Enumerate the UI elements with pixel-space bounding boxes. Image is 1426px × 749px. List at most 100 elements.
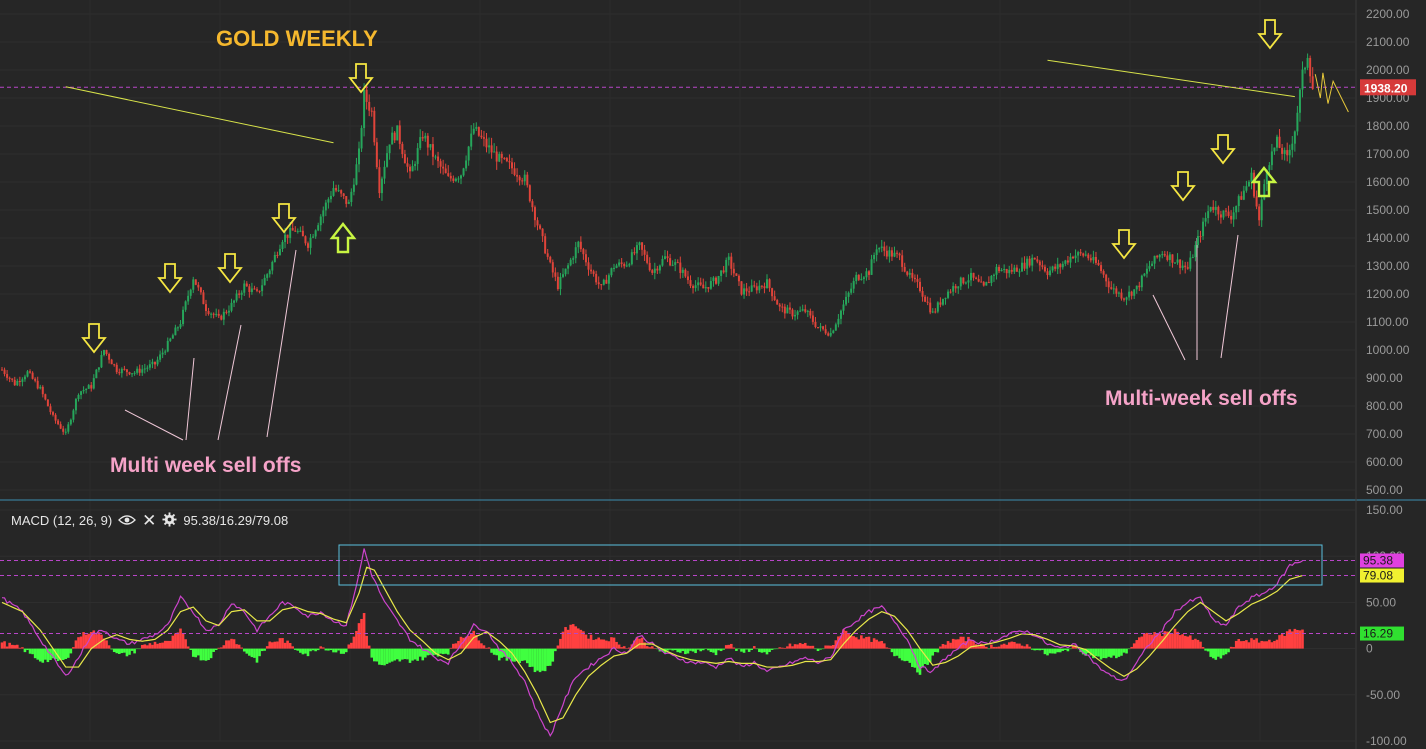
candle-body bbox=[179, 324, 182, 328]
candle-body bbox=[1049, 270, 1052, 276]
candle-body bbox=[1156, 255, 1159, 258]
candle-body bbox=[1181, 265, 1184, 268]
candle-body bbox=[1250, 172, 1253, 182]
candle-body bbox=[332, 188, 335, 196]
candle-body bbox=[278, 248, 281, 256]
histogram-bar bbox=[684, 648, 687, 655]
histogram-bar bbox=[444, 648, 447, 654]
histogram-bar bbox=[893, 648, 896, 657]
histogram-bar bbox=[1171, 633, 1174, 649]
candle-body bbox=[880, 246, 883, 248]
close-icon[interactable]: ✕ bbox=[142, 512, 156, 529]
candle-body bbox=[192, 279, 195, 290]
candle-body bbox=[1097, 262, 1100, 266]
histogram-bar bbox=[852, 636, 855, 649]
histogram-bar bbox=[189, 648, 192, 650]
histogram-bar bbox=[699, 648, 702, 652]
histogram-bar bbox=[900, 648, 904, 661]
histogram-bar bbox=[171, 635, 175, 649]
gear-icon[interactable] bbox=[162, 512, 177, 529]
candle-body bbox=[954, 286, 957, 289]
histogram-bar bbox=[322, 647, 325, 649]
candle-body bbox=[1087, 254, 1090, 259]
histogram-bar bbox=[592, 639, 595, 649]
histogram-bar bbox=[61, 648, 65, 661]
candle-body bbox=[125, 369, 128, 373]
histogram-bar bbox=[605, 640, 608, 649]
candle-body bbox=[518, 176, 521, 181]
histogram-bar bbox=[523, 648, 527, 661]
candle-body bbox=[41, 386, 44, 395]
histogram-bar bbox=[383, 648, 386, 666]
candle-body bbox=[227, 310, 230, 313]
candle-body bbox=[852, 281, 855, 289]
candle-body bbox=[635, 245, 638, 254]
histogram-bar bbox=[1219, 648, 1223, 659]
histogram-bar bbox=[717, 648, 720, 651]
histogram-bar bbox=[796, 644, 799, 649]
histogram-bar bbox=[1069, 648, 1072, 650]
candle-body bbox=[1298, 89, 1301, 113]
candle-body bbox=[1008, 269, 1011, 274]
candle-body bbox=[128, 372, 131, 375]
candle-body bbox=[398, 125, 401, 144]
gold-weekly-chart[interactable]: 500.00 600.00 700.00 800.00 900.00 1000.00 110… bbox=[0, 0, 1426, 749]
price-tick-label: 1100.00 bbox=[1366, 315, 1409, 329]
candle-body bbox=[1051, 266, 1054, 271]
histogram-bar bbox=[1229, 646, 1233, 649]
histogram-bar bbox=[1214, 648, 1218, 660]
candle-body bbox=[1138, 285, 1141, 288]
candle-body bbox=[1171, 254, 1174, 263]
candle-body bbox=[541, 228, 544, 237]
histogram-bar bbox=[403, 648, 407, 660]
candle-body bbox=[1176, 259, 1179, 263]
histogram-bar bbox=[485, 647, 488, 649]
candle-body bbox=[646, 254, 649, 263]
candle-body bbox=[322, 210, 325, 217]
candle-body bbox=[896, 252, 899, 254]
histogram-bar bbox=[543, 648, 547, 672]
candle-body bbox=[1311, 76, 1314, 89]
candle-body bbox=[1003, 268, 1006, 271]
candle-body bbox=[317, 225, 320, 231]
candle-body bbox=[21, 379, 24, 382]
histogram-bar bbox=[8, 642, 11, 649]
histogram-bar bbox=[949, 642, 952, 649]
histogram-bar bbox=[452, 643, 455, 649]
histogram-bar bbox=[390, 648, 394, 662]
candle-body bbox=[822, 326, 825, 330]
histogram-bar bbox=[286, 640, 289, 649]
histogram-bar bbox=[235, 644, 238, 649]
histogram-bar bbox=[1255, 638, 1258, 649]
histogram-bar bbox=[546, 648, 549, 666]
histogram-bar bbox=[574, 626, 578, 649]
candle-body bbox=[1237, 196, 1240, 207]
candle-body bbox=[758, 285, 761, 291]
price-tick-label: 1000.00 bbox=[1366, 343, 1410, 357]
candle-body bbox=[403, 154, 406, 164]
candle-body bbox=[776, 300, 779, 305]
candle-body bbox=[97, 367, 100, 370]
candle-body bbox=[414, 163, 417, 167]
candle-body bbox=[1151, 263, 1154, 267]
histogram-bar bbox=[1189, 635, 1192, 649]
candle-body bbox=[6, 374, 9, 378]
candle-body bbox=[511, 162, 513, 169]
histogram-bar bbox=[79, 636, 83, 649]
candle-body bbox=[597, 282, 600, 285]
histogram-bar bbox=[944, 644, 947, 649]
histogram-bar bbox=[13, 645, 17, 649]
histogram-bar bbox=[271, 642, 274, 649]
candle-body bbox=[1204, 218, 1207, 222]
candle-body bbox=[44, 394, 47, 400]
candle-body bbox=[100, 355, 103, 368]
candle-body bbox=[250, 288, 253, 293]
histogram-bar bbox=[890, 648, 894, 653]
candle-body bbox=[1225, 210, 1227, 212]
eye-icon[interactable] bbox=[118, 514, 137, 528]
histogram-bar bbox=[375, 648, 379, 662]
histogram-bar bbox=[191, 648, 195, 657]
histogram-bar bbox=[1283, 635, 1286, 649]
histogram-value-label: 16.29 bbox=[1363, 627, 1393, 641]
candle-body bbox=[1005, 268, 1008, 274]
